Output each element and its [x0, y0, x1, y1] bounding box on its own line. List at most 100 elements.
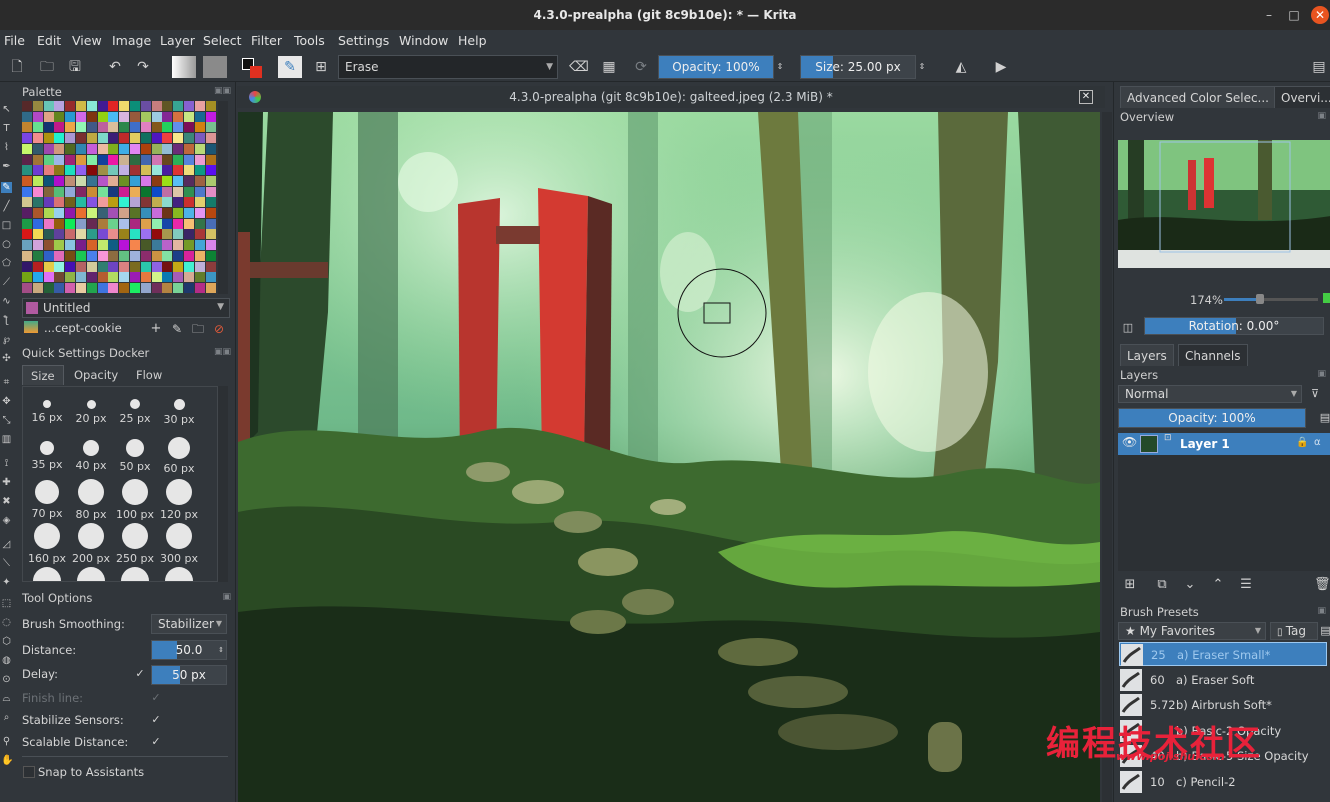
palette-swatch[interactable]	[151, 197, 162, 208]
palette-swatch[interactable]	[151, 101, 162, 111]
dock-float-icon[interactable]: ▣	[222, 592, 231, 602]
brush-size-option[interactable]	[113, 567, 157, 581]
magnetic-select-icon[interactable]: ⌕	[1, 712, 12, 723]
palette-swatch[interactable]	[108, 101, 119, 111]
rectangle-tool-icon[interactable]: □	[1, 220, 12, 231]
palette-swatch[interactable]	[119, 197, 130, 208]
freehand-brush-icon[interactable]: ✎	[1, 182, 12, 193]
palette-swatch[interactable]	[22, 143, 32, 154]
palette-swatch[interactable]	[194, 175, 205, 186]
palette-swatch[interactable]	[140, 186, 151, 197]
palette-swatch[interactable]	[130, 282, 140, 293]
palette-swatch[interactable]	[205, 175, 216, 186]
polygon-tool-icon[interactable]: ⬠	[1, 258, 12, 269]
palette-swatch[interactable]	[97, 197, 108, 208]
palette-swatch[interactable]	[86, 229, 97, 240]
palette-swatch[interactable]	[76, 101, 86, 111]
palette-swatch[interactable]	[22, 229, 32, 240]
palette-swatch[interactable]	[108, 143, 119, 154]
palette-swatch[interactable]	[119, 250, 130, 261]
similar-select-icon[interactable]: ⊙	[1, 674, 12, 685]
palette-swatch[interactable]	[97, 272, 108, 283]
palette-swatch[interactable]	[22, 282, 32, 293]
brush-size-option[interactable]: 20 px	[69, 391, 113, 425]
palette-swatch[interactable]	[22, 133, 32, 144]
grid-options-icon[interactable]: ⊞	[310, 56, 332, 78]
palette-swatch[interactable]	[162, 229, 173, 240]
palette-swatch[interactable]	[32, 197, 43, 208]
palette-swatch[interactable]	[86, 218, 97, 229]
delete-layer-icon[interactable]: 🗑	[1314, 574, 1330, 596]
palette-swatch[interactable]	[54, 175, 65, 186]
palette-swatch[interactable]	[130, 133, 140, 144]
palette-swatch[interactable]	[184, 218, 194, 229]
palette-swatch[interactable]	[86, 111, 97, 122]
palette-swatch[interactable]	[162, 250, 173, 261]
palette-swatch[interactable]	[32, 218, 43, 229]
palette-swatch[interactable]	[65, 229, 76, 240]
palette-swatch[interactable]	[130, 218, 140, 229]
palette-swatch[interactable]	[22, 186, 32, 197]
brush-size-option[interactable]	[25, 567, 69, 581]
palette-swatch[interactable]	[97, 282, 108, 293]
canvas-vertical-scrollbar[interactable]	[1102, 112, 1112, 802]
palette-swatch[interactable]	[162, 272, 173, 283]
zoom-fit-icon[interactable]	[1323, 293, 1330, 303]
painting-canvas[interactable]	[238, 112, 1100, 802]
tag-button[interactable]: ▯ Tag	[1270, 622, 1318, 640]
palette-swatch[interactable]	[97, 165, 108, 176]
palette-swatch[interactable]	[140, 261, 151, 272]
palette-swatch[interactable]	[65, 261, 76, 272]
brush-size-option[interactable]: 70 px	[25, 479, 69, 520]
close-document-icon[interactable]: ✕	[1079, 90, 1093, 104]
delay-checkbox[interactable]: ✓	[134, 668, 146, 680]
palette-swatch[interactable]	[205, 261, 216, 272]
palette-swatch[interactable]	[130, 122, 140, 133]
filter-icon[interactable]: ⊽	[1308, 385, 1322, 403]
palette-swatch[interactable]	[194, 197, 205, 208]
brush-size-option[interactable]: 250 px	[113, 523, 157, 565]
palette-swatch[interactable]	[140, 111, 151, 122]
palette-swatch[interactable]	[130, 250, 140, 261]
brush-size-option[interactable]: 120 px	[157, 479, 201, 521]
palette-swatch[interactable]	[76, 250, 86, 261]
palette-swatch[interactable]	[43, 229, 54, 240]
brush-size-option[interactable]: 16 px	[25, 391, 69, 424]
palette-swatch[interactable]	[184, 272, 194, 283]
palette-swatch[interactable]	[194, 154, 205, 165]
palette-swatch[interactable]	[194, 143, 205, 154]
opacity-slider[interactable]: Opacity: 100%	[658, 55, 774, 79]
menu-settings[interactable]: Settings	[338, 33, 389, 48]
brush-size-option[interactable]: 160 px	[25, 523, 69, 565]
maximize-button[interactable]: □	[1287, 8, 1301, 22]
palette-scrollbar[interactable]	[218, 101, 228, 294]
scalable-distance-checkbox[interactable]: ✓	[150, 736, 162, 748]
ellipse-select-icon[interactable]: ◌	[1, 617, 12, 628]
palette-swatch[interactable]	[65, 122, 76, 133]
palette-swatch[interactable]	[86, 250, 97, 261]
palette-swatch[interactable]	[43, 282, 54, 293]
blend-mode-select[interactable]: Erase ▼	[338, 55, 558, 79]
palette-swatch[interactable]	[205, 240, 216, 251]
palette-swatch[interactable]	[54, 165, 65, 176]
palette-swatch[interactable]	[97, 261, 108, 272]
palette-swatch[interactable]	[119, 261, 130, 272]
measure-tool-icon[interactable]: ⟍	[1, 558, 12, 569]
palette-swatch[interactable]	[205, 122, 216, 133]
delay-slider[interactable]: 50 px	[151, 665, 227, 685]
move-tool-icon[interactable]: ✥	[1, 396, 12, 407]
size-spin-icon[interactable]: ⇕	[916, 56, 928, 78]
palette-swatch[interactable]	[130, 240, 140, 251]
palette-swatch[interactable]	[119, 154, 130, 165]
palette-swatch[interactable]	[140, 101, 151, 111]
palette-swatch[interactable]	[86, 186, 97, 197]
palette-swatch[interactable]	[140, 208, 151, 218]
palette-swatch[interactable]	[205, 165, 216, 176]
dock-float-close-icon[interactable]: ▣▣	[214, 347, 231, 357]
palette-swatch[interactable]	[43, 154, 54, 165]
palette-swatch[interactable]	[32, 133, 43, 144]
palette-swatch[interactable]	[140, 122, 151, 133]
polyline-tool-icon[interactable]: ⟋	[1, 277, 12, 288]
palette-swatch[interactable]	[65, 282, 76, 293]
zoom-slider-handle[interactable]	[1256, 294, 1264, 304]
